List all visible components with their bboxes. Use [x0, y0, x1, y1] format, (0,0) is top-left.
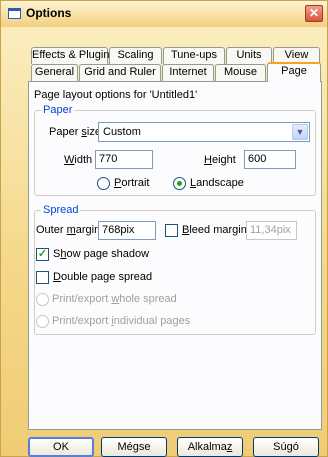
print-whole-radio[interactable] [36, 293, 49, 306]
print-individual-label: Print/export individual pages [52, 315, 191, 327]
show-shadow-checkbox[interactable]: ✓ [36, 248, 49, 261]
close-button[interactable]: ✕ [305, 5, 323, 22]
paper-size-select[interactable]: Custom ▼ [98, 122, 310, 142]
bleed-margin-input[interactable]: 11,34pix [246, 221, 297, 240]
spread-group-title: Spread [41, 204, 81, 216]
tab-scaling[interactable]: Scaling [109, 47, 162, 64]
ok-button[interactable]: OK [28, 437, 94, 457]
outer-margin-label: Outer margin [36, 224, 101, 236]
landscape-radio[interactable] [173, 177, 186, 190]
tab-page[interactable]: Page [267, 62, 321, 82]
paper-size-label: Paper size [49, 126, 101, 138]
chevron-down-icon[interactable]: ▼ [292, 124, 308, 140]
tab-tune-ups[interactable]: Tune-ups [163, 47, 225, 64]
page-heading: Page layout options for 'Untitled1' [34, 89, 198, 101]
paper-group-title: Paper [41, 104, 75, 116]
double-spread-label: Double page spread [53, 271, 153, 283]
tab-mouse[interactable]: Mouse [215, 64, 266, 81]
width-label: Width [64, 154, 93, 166]
landscape-label: Landscape [190, 177, 244, 189]
height-label: Height [204, 154, 236, 166]
cancel-button[interactable]: Mégse [101, 437, 167, 457]
print-whole-label: Print/export whole spread [52, 293, 177, 305]
window-title: Options [26, 6, 72, 20]
options-dialog: Options ✕ Effects & Plugins Scaling Tune… [0, 0, 328, 457]
bleed-margin-checkbox[interactable] [165, 224, 178, 237]
apply-button[interactable]: Alkalmaz [177, 437, 243, 457]
bleed-margin-label: Bleed margin [182, 224, 247, 236]
tab-effects-plugins[interactable]: Effects & Plugins [31, 47, 115, 64]
help-button[interactable]: Súgó [253, 437, 319, 457]
radio-selected-dot [177, 181, 182, 186]
paper-size-value: Custom [103, 126, 141, 138]
show-shadow-label: Show page shadow [53, 248, 150, 260]
width-input[interactable]: 770 [95, 150, 153, 169]
page-tab-panel: Page layout options for 'Untitled1' Pape… [28, 81, 322, 430]
tab-grid-and-ruler[interactable]: Grid and Ruler [79, 64, 161, 81]
print-individual-radio[interactable] [36, 315, 49, 328]
tab-general[interactable]: General [31, 64, 78, 81]
title-bar[interactable]: Options ✕ [1, 1, 327, 27]
tab-internet[interactable]: Internet [162, 64, 214, 81]
height-input[interactable]: 600 [244, 150, 296, 169]
window-icon [8, 8, 21, 19]
portrait-radio[interactable] [97, 177, 110, 190]
double-spread-checkbox[interactable] [36, 271, 49, 284]
tab-units[interactable]: Units [226, 47, 272, 64]
outer-margin-input[interactable]: 768pix [98, 221, 156, 240]
portrait-label: Portrait [114, 177, 150, 189]
